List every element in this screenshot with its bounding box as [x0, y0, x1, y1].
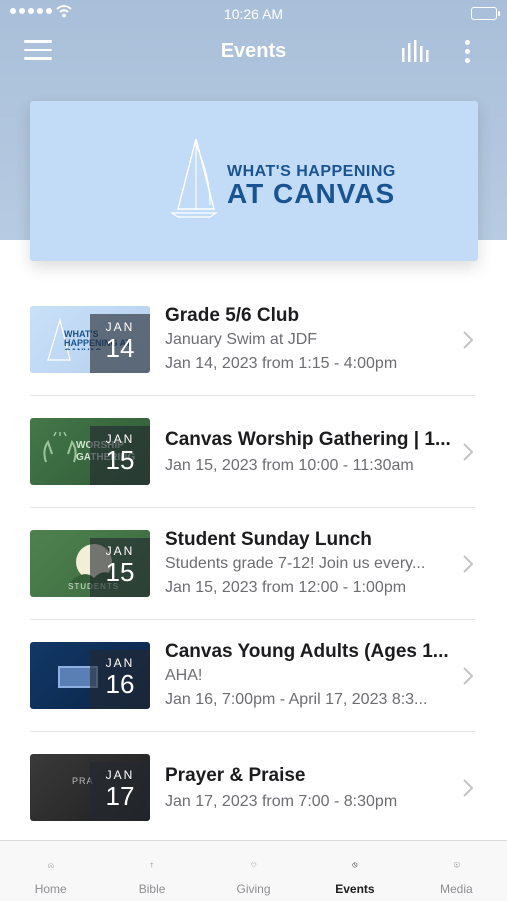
battery-icon	[471, 7, 500, 20]
event-info: Student Sunday Lunch Students grade 7-12…	[165, 528, 455, 600]
tab-giving[interactable]: Giving	[203, 841, 304, 901]
tab-label: Home	[34, 882, 67, 896]
event-time: Jan 15, 2023 from 10:00 - 11:30am	[165, 457, 414, 474]
event-date-box: JAN 16	[90, 650, 150, 709]
featured-banner[interactable]: WHAT'S HAPPENING AT CANVAS	[30, 101, 478, 261]
event-info: Grade 5/6 Club January Swim at JDF Jan 1…	[165, 304, 455, 376]
event-info: Canvas Worship Gathering | 1... Jan 15, …	[165, 428, 455, 478]
event-time: Jan 14, 2023 from 1:15 - 4:00pm	[165, 355, 398, 372]
event-thumbnail: PRA JAN 17	[30, 754, 150, 821]
navigation-bar: Events	[0, 28, 507, 76]
event-title: Canvas Worship Gathering | 1...	[165, 429, 451, 450]
event-title: Prayer & Praise	[165, 765, 306, 786]
heart-icon	[251, 862, 257, 868]
event-date-box: JAN 17	[90, 762, 150, 821]
event-month: JAN	[105, 432, 135, 446]
sailboat-logo-icon	[170, 138, 218, 218]
event-info: Canvas Young Adults (Ages 1... AHA! Jan …	[165, 640, 455, 712]
event-info: Prayer & Praise Jan 17, 2023 from 7:00 -…	[165, 764, 455, 814]
event-subtitle: AHA!	[165, 667, 203, 684]
event-month: JAN	[105, 656, 135, 670]
event-day: 17	[105, 781, 135, 811]
event-date-box: JAN 15	[90, 426, 150, 485]
status-bar: 10:26 AM	[0, 0, 507, 28]
chevron-right-icon	[463, 555, 474, 573]
event-subtitle: Students grade 7-12! Join us every...	[165, 555, 426, 572]
tab-label: Bible	[138, 882, 166, 896]
tab-label: Media	[439, 882, 473, 896]
event-day: 14	[105, 333, 135, 363]
event-thumbnail: WORSHIP GATHERING JAN 15	[30, 418, 150, 485]
event-title: Grade 5/6 Club	[165, 305, 300, 326]
chevron-right-icon	[463, 667, 474, 685]
chevron-right-icon	[463, 779, 474, 797]
event-day: 15	[105, 557, 135, 587]
event-date-box: JAN 15	[90, 538, 150, 597]
event-time: Jan 16, 7:00pm - April 17, 2023 8:3...	[165, 691, 428, 708]
clock-icon	[352, 862, 358, 868]
audio-bars-icon[interactable]	[400, 40, 430, 64]
event-subtitle: January Swim at JDF	[165, 331, 318, 348]
chevron-right-icon	[463, 331, 474, 349]
event-day: 16	[105, 669, 135, 699]
event-thumbnail: WHAT'S HAPPENING AT CANVAS JAN 14	[30, 306, 150, 373]
event-row[interactable]: PRA JAN 17 Prayer & Praise Jan 17, 2023 …	[30, 732, 476, 843]
events-list: WHAT'S HAPPENING AT CANVAS JAN 14 Grade …	[30, 284, 476, 843]
event-thumbnail: STUDENTS JAN 15	[30, 530, 150, 597]
event-row[interactable]: WORSHIP GATHERING JAN 15 Canvas Worship …	[30, 396, 476, 508]
event-row[interactable]: JAN 16 Canvas Young Adults (Ages 1... AH…	[30, 620, 476, 732]
chevron-right-icon	[463, 443, 474, 461]
more-options-icon[interactable]	[460, 40, 474, 66]
event-title: Canvas Young Adults (Ages 1...	[165, 641, 449, 662]
event-thumbnail: JAN 16	[30, 642, 150, 709]
tab-label: Giving	[236, 882, 271, 896]
tab-media[interactable]: Media	[406, 841, 507, 901]
home-icon	[48, 862, 54, 868]
event-month: JAN	[105, 320, 135, 334]
event-row[interactable]: WHAT'S HAPPENING AT CANVAS JAN 14 Grade …	[30, 284, 476, 396]
page-title: Events	[220, 40, 287, 62]
event-month: JAN	[105, 768, 135, 782]
event-month: JAN	[105, 544, 135, 558]
play-screen-icon	[453, 862, 460, 868]
event-date-box: JAN 14	[90, 314, 150, 373]
banner-line-2: AT CANVAS	[227, 178, 396, 209]
event-title: Student Sunday Lunch	[165, 529, 372, 550]
tab-events[interactable]: Events	[304, 841, 405, 901]
cross-icon	[150, 862, 154, 868]
tab-bar: Home Bible Giving Events Media	[0, 840, 507, 901]
event-day: 15	[105, 445, 135, 475]
event-time: Jan 17, 2023 from 7:00 - 8:30pm	[165, 793, 398, 810]
event-row[interactable]: STUDENTS JAN 15 Student Sunday Lunch Stu…	[30, 508, 476, 620]
status-time: 10:26 AM	[223, 6, 284, 22]
tab-bible[interactable]: Bible	[101, 841, 202, 901]
tab-label: Events	[335, 882, 375, 896]
tab-home[interactable]: Home	[0, 841, 101, 901]
event-time: Jan 15, 2023 from 12:00 - 1:00pm	[165, 579, 407, 596]
